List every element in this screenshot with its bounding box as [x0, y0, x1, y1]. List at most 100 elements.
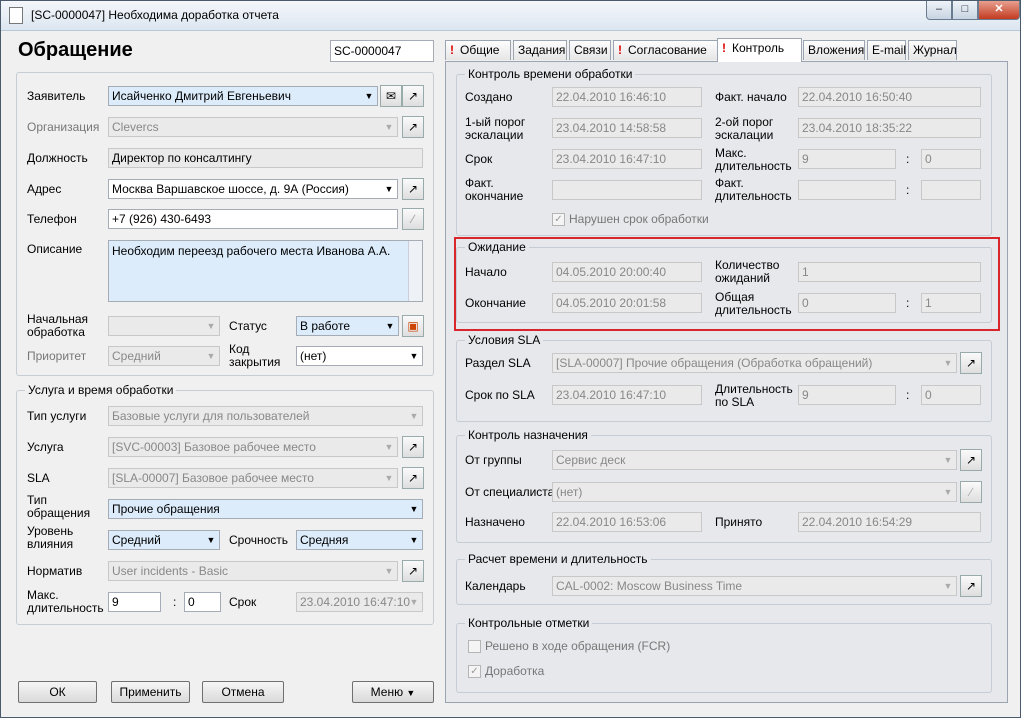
service-combo[interactable]: [SVC-00003] Базовое рабочее место ▼ [108, 437, 398, 457]
service-group-title: Услуга и время обработки [25, 383, 177, 397]
mail-button[interactable]: ✉ [380, 85, 402, 107]
chevron-down-icon[interactable]: ▼ [940, 451, 956, 469]
organization-combo[interactable]: Clevercs ▼ [108, 117, 398, 137]
apply-button[interactable]: Применить [111, 681, 190, 703]
ok-button[interactable]: ОК [18, 681, 97, 703]
address-combo[interactable]: Москва Варшавское шоссе, д. 9А (Россия) ▼ [108, 179, 398, 199]
norm-combo[interactable]: User incidents - Basic ▼ [108, 561, 398, 581]
description-textarea[interactable]: Необходим переезд рабочего места Иванова… [108, 240, 423, 302]
tab-control[interactable]: ! Контроль [717, 38, 802, 62]
tab-approval[interactable]: ! Согласование [613, 40, 719, 60]
chevron-down-icon[interactable]: ▼ [381, 180, 397, 198]
close-button[interactable]: ✕ [978, 1, 1020, 20]
alert-icon: ! [618, 43, 622, 57]
calendar-combo[interactable]: CAL-0002: Moscow Business Time ▼ [552, 576, 957, 596]
from-group-combo[interactable]: Сервис деск ▼ [552, 450, 957, 470]
chevron-down-icon[interactable]: ▼ [203, 531, 219, 549]
chevron-down-icon[interactable]: ▼ [381, 562, 397, 580]
open-norm-button[interactable]: ↗ [402, 560, 424, 582]
fact-start-label: Факт. начало [715, 90, 787, 104]
waiting-group-title: Ожидание [465, 240, 529, 254]
open-card-button[interactable]: ↗ [402, 85, 424, 107]
sla-label: SLA [27, 471, 50, 485]
fcr-checkbox[interactable] [468, 640, 481, 653]
address-label: Адрес [27, 182, 62, 196]
sla-duration-hours-field: 9 [798, 385, 896, 405]
rework-checkbox[interactable]: ✓ [468, 665, 481, 678]
threshold2-field: 23.04.2010 18:35:22 [798, 118, 981, 138]
assigned-label: Назначено [465, 515, 525, 529]
max-duration-label: Макс. длительность [27, 588, 104, 615]
chevron-down-icon[interactable]: ▼ [361, 87, 377, 105]
calendar-label: Календарь [465, 579, 526, 593]
chevron-down-icon[interactable]: ▼ [406, 407, 422, 425]
applicant-combo[interactable]: Исайченко Дмитрий Евгеньевич ▼ [108, 86, 378, 106]
max-duration-hours-field: 9 [798, 149, 896, 169]
service-type-combo[interactable]: Базовые услуги для пользователей ▼ [108, 406, 423, 426]
minimize-button[interactable]: – [926, 1, 952, 20]
sla-deadline-label: Срок по SLA [465, 388, 535, 402]
sla-section-combo[interactable]: [SLA-00007] Прочие обращения (Обработка … [552, 353, 957, 373]
threshold2-label: 2-ой порог эскалации [715, 115, 774, 142]
service-label: Услуга [27, 440, 64, 454]
max-duration-minutes[interactable]: 0 [184, 592, 221, 612]
open-sla-button[interactable]: ↗ [402, 467, 424, 489]
chevron-down-icon[interactable]: ▼ [203, 317, 219, 335]
call-button[interactable]: ∕ [402, 208, 424, 230]
open-service-button[interactable]: ↗ [402, 436, 424, 458]
waiting-start-label: Начало [465, 265, 507, 279]
rework-label: Доработка [485, 664, 545, 678]
impact-combo[interactable]: Средний ▼ [108, 530, 220, 550]
chevron-down-icon[interactable]: ▼ [381, 438, 397, 456]
tab-links[interactable]: Связи [569, 40, 611, 60]
time-separator: : [906, 296, 910, 310]
scrollbar[interactable] [408, 241, 422, 301]
violated-checkbox[interactable]: ✓ [552, 213, 565, 226]
chevron-down-icon[interactable]: ▼ [381, 469, 397, 487]
chevron-down-icon[interactable]: ▼ [382, 317, 398, 335]
open-calendar-button[interactable]: ↗ [960, 575, 982, 597]
chevron-down-icon[interactable]: ▼ [940, 577, 956, 595]
maximize-button[interactable]: □ [952, 1, 978, 20]
menu-button[interactable]: Меню ▼ [352, 681, 434, 703]
tab-general[interactable]: ! Общие [445, 40, 511, 60]
initial-combo[interactable]: ▼ [108, 316, 220, 336]
request-type-combo[interactable]: Прочие обращения ▼ [108, 499, 423, 519]
cancel-button[interactable]: Отмена [202, 681, 284, 703]
tab-email[interactable]: E-mail [867, 40, 906, 60]
chevron-down-icon[interactable]: ▼ [203, 347, 219, 365]
specialist-action-button[interactable]: ∕ [960, 481, 982, 503]
marks-group-title: Контрольные отметки [465, 616, 593, 630]
max-duration-label: Макс. длительность [715, 146, 792, 173]
workflow-icon[interactable]: ▣ [402, 315, 424, 337]
priority-combo[interactable]: Средний ▼ [108, 346, 220, 366]
chevron-down-icon[interactable]: ▼ [940, 354, 956, 372]
chevron-down-icon[interactable]: ▼ [406, 531, 422, 549]
phone-field[interactable]: +7 (926) 430-6493 [108, 209, 398, 229]
norm-label: Норматив [27, 564, 83, 578]
open-sla-section-button[interactable]: ↗ [960, 352, 982, 374]
chevron-down-icon[interactable]: ▼ [406, 500, 422, 518]
status-combo[interactable]: В работе ▼ [296, 316, 399, 336]
priority-label: Приоритет [27, 349, 87, 363]
chevron-down-icon[interactable]: ▼ [406, 347, 422, 365]
fact-duration-minutes-field [921, 180, 981, 200]
tab-journal[interactable]: Журнал [908, 40, 957, 60]
deadline-picker[interactable]: 23.04.2010 16:47:10 ▼ [296, 592, 423, 612]
sla-combo[interactable]: [SLA-00007] Базовое рабочее место ▼ [108, 468, 398, 488]
tab-tasks[interactable]: Задания [513, 40, 567, 60]
calendar-dropdown-icon[interactable]: ▼ [406, 593, 422, 611]
chevron-down-icon[interactable]: ▼ [940, 483, 956, 501]
urgency-combo[interactable]: Средняя ▼ [296, 530, 423, 550]
open-group-button[interactable]: ↗ [960, 449, 982, 471]
waiting-count-label: Количество ожиданий [715, 258, 780, 285]
open-address-button[interactable]: ↗ [402, 178, 424, 200]
tab-attachments[interactable]: Вложения [803, 40, 865, 60]
created-label: Создано [465, 90, 513, 104]
close-code-combo[interactable]: (нет) ▼ [296, 346, 423, 366]
position-field: Директор по консалтингу [108, 148, 423, 168]
open-organization-button[interactable]: ↗ [402, 116, 424, 138]
chevron-down-icon[interactable]: ▼ [381, 118, 397, 136]
from-specialist-combo[interactable]: (нет) ▼ [552, 482, 957, 502]
max-duration-hours[interactable]: 9 [108, 592, 161, 612]
